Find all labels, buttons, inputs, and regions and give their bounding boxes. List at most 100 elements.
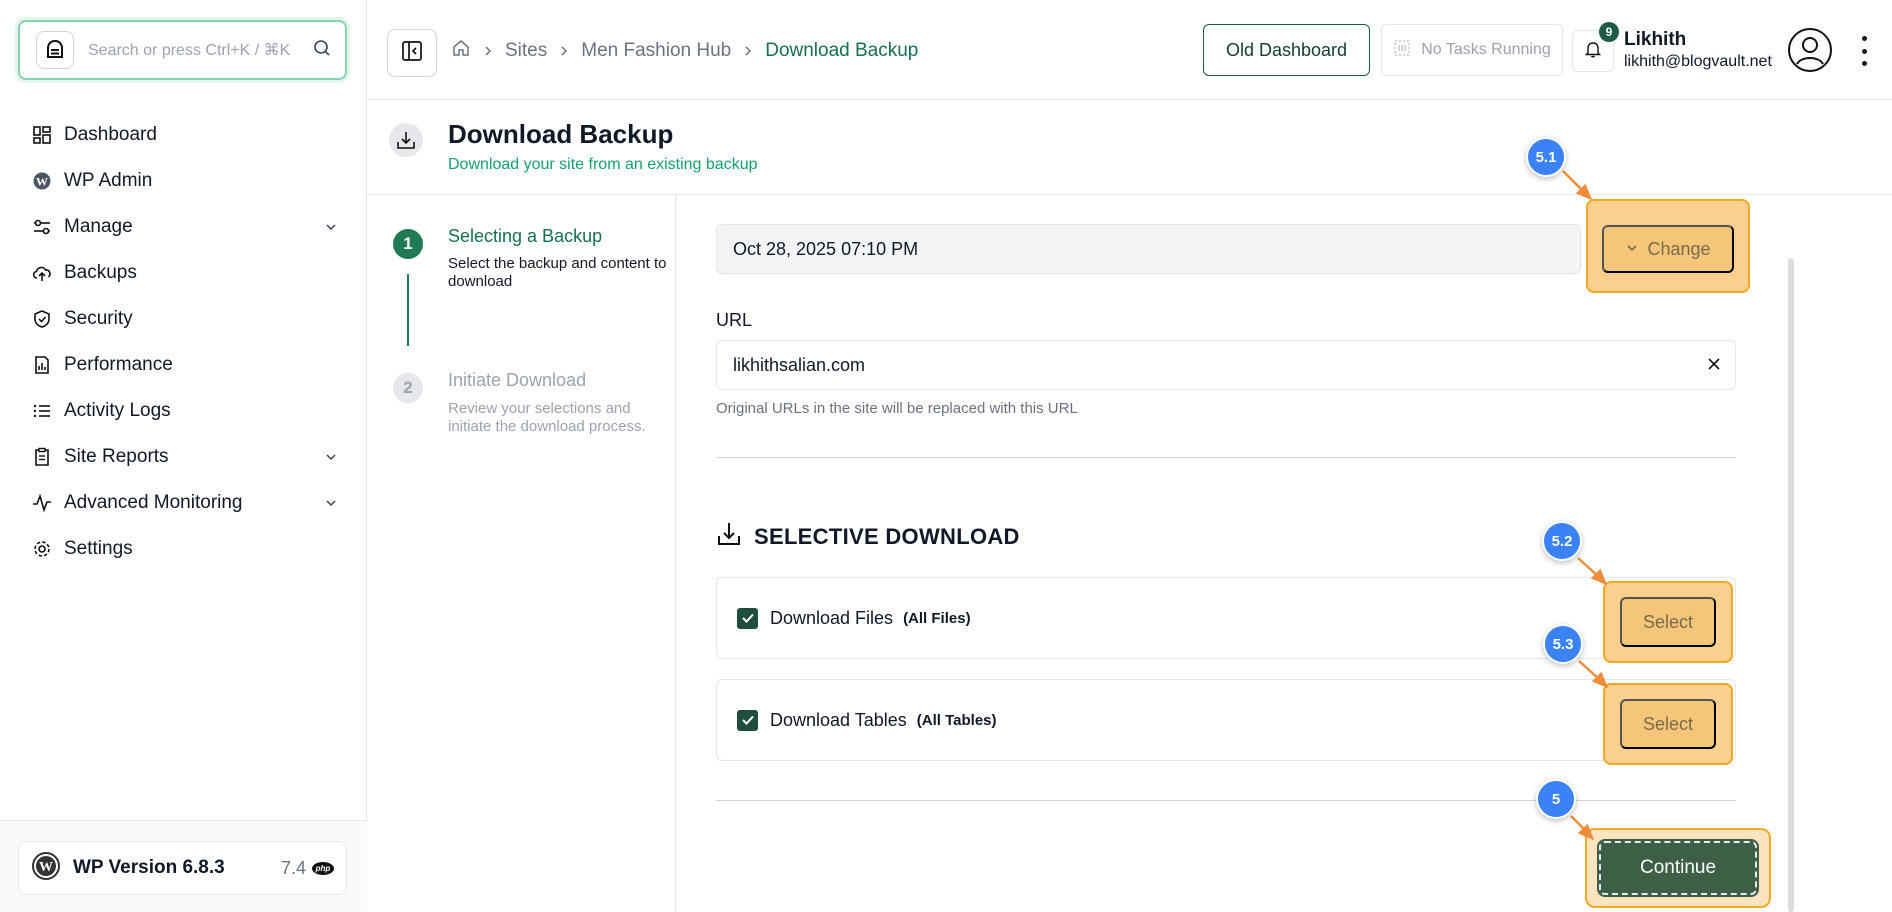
sidebar-item-performance[interactable]: Performance [30, 342, 340, 388]
download-form: Oct 28, 2025 07:10 PM Change URL likhith… [677, 196, 1892, 912]
divider [716, 457, 1736, 458]
search-box[interactable]: Search or press Ctrl+K / ⌘K [18, 20, 347, 80]
php-logo-icon: php [312, 861, 334, 875]
sidebar-item-dashboard[interactable]: Dashboard [30, 112, 340, 158]
sidebar-item-label: Advanced Monitoring [64, 492, 243, 513]
sidebar-item-activity-logs[interactable]: Activity Logs [30, 388, 340, 434]
php-version: 7.4 [280, 857, 306, 878]
more-options-icon[interactable] [1859, 36, 1869, 66]
annotation-badge-5-1: 5.1 [1526, 137, 1566, 177]
annotation-badge-5-2: 5.2 [1542, 521, 1582, 561]
divider [716, 800, 1736, 801]
download-tables-checkbox[interactable] [737, 709, 758, 731]
wp-version-box: W WP Version 6.8.3 7.4 php [18, 841, 347, 895]
url-hint: Original URLs in the site will be replac… [716, 400, 1078, 417]
list-icon [30, 399, 54, 423]
search-input[interactable]: Search or press Ctrl+K / ⌘K [88, 40, 313, 60]
sidebar-item-advanced-monitoring[interactable]: Advanced Monitoring [30, 480, 340, 526]
sidebar-nav: Dashboard W WP Admin Manage Backups Secu… [30, 112, 340, 572]
dashboard-icon [30, 123, 54, 147]
step-desc-2: Review your selections and initiate the … [448, 400, 646, 435]
collapse-sidebar-button[interactable] [387, 29, 437, 77]
url-label: URL [716, 310, 753, 330]
wordpress-icon: W [30, 169, 54, 193]
sidebar-item-label: Site Reports [64, 446, 169, 467]
breadcrumb-site[interactable]: Men Fashion Hub [581, 40, 731, 62]
annotation-badge-5-3: 5.3 [1543, 624, 1583, 664]
sidebar-item-wp-admin[interactable]: W WP Admin [30, 158, 340, 204]
notifications-button[interactable]: 9 [1572, 22, 1619, 72]
breadcrumb: Sites Men Fashion Hub Download Backup [451, 38, 918, 64]
sliders-icon [30, 215, 54, 239]
download-icon [716, 521, 742, 553]
change-highlight: Change [1586, 199, 1750, 293]
selective-download-heading: SELECTIVE DOWNLOAD [716, 521, 1020, 553]
annotation-badge-5: 5 [1536, 779, 1576, 819]
change-backup-button[interactable]: Change [1602, 225, 1734, 273]
stepper: 1 Selecting a Backup Select the backup a… [367, 196, 676, 912]
chevron-down-icon[interactable] [322, 494, 340, 512]
sidebar-item-manage[interactable]: Manage [30, 204, 340, 250]
home-icon[interactable] [451, 38, 471, 64]
tasks-icon [1393, 39, 1411, 62]
svg-text:W: W [36, 175, 48, 189]
sidebar-item-label: Backups [64, 262, 137, 283]
sidebar-item-label: WP Admin [64, 170, 153, 191]
download-tables-label: Download Tables [770, 709, 907, 730]
user-name: Likhith [1624, 29, 1687, 50]
cloud-upload-icon [30, 261, 54, 285]
search-icon[interactable] [313, 39, 331, 62]
blogvault-logo-icon[interactable] [36, 31, 74, 69]
user-avatar-icon [1788, 28, 1832, 72]
chevron-down-icon[interactable] [322, 218, 340, 236]
change-button-label: Change [1647, 238, 1711, 259]
step-number-1: 1 [393, 229, 423, 259]
tasks-status[interactable]: No Tasks Running [1381, 24, 1563, 76]
shield-icon [30, 307, 54, 331]
breadcrumb-current: Download Backup [765, 40, 919, 61]
tasks-label: No Tasks Running [1421, 41, 1551, 58]
step-desc-1: Select the backup and content to downloa… [448, 255, 667, 290]
continue-button[interactable]: Continue [1597, 839, 1759, 897]
wp-version-label: WP Version 6.8.3 [73, 857, 225, 878]
sidebar-item-label: Performance [64, 354, 173, 375]
breadcrumb-sites[interactable]: Sites [505, 40, 547, 62]
sidebar-item-backups[interactable]: Backups [30, 250, 340, 296]
select-files-highlight: Select [1603, 581, 1733, 663]
sidebar-item-security[interactable]: Security [30, 296, 340, 342]
user-info[interactable]: Likhith likhith@blogvault.net [1624, 29, 1772, 71]
notification-count-badge: 9 [1599, 22, 1619, 42]
download-files-label: Download Files [770, 607, 894, 628]
sidebar-item-label: Dashboard [64, 124, 157, 145]
avatar[interactable] [1787, 27, 1833, 73]
select-files-button[interactable]: Select [1620, 597, 1716, 647]
scrollbar[interactable] [1788, 258, 1794, 912]
sidebar: Search or press Ctrl+K / ⌘K Dashboard W … [0, 0, 367, 912]
download-tables-sub: (All Tables) [916, 711, 997, 729]
report-chart-icon [30, 353, 54, 377]
continue-highlight: Continue [1585, 828, 1771, 908]
download-tables-option: Download Tables (All Tables) [716, 679, 1736, 761]
chevron-right-icon [743, 45, 753, 57]
backup-selector-field[interactable]: Oct 28, 2025 07:10 PM [716, 224, 1581, 274]
download-files-checkbox[interactable] [737, 607, 758, 629]
old-dashboard-button[interactable]: Old Dashboard [1203, 24, 1370, 76]
selective-download-title: SELECTIVE DOWNLOAD [754, 524, 1020, 549]
sidebar-item-label: Activity Logs [64, 400, 171, 421]
page-title: Download Backup [448, 119, 674, 149]
select-tables-button[interactable]: Select [1620, 699, 1716, 749]
url-value: likhithsalian.com [733, 354, 866, 375]
chevron-right-icon [559, 45, 569, 57]
close-icon[interactable] [1707, 355, 1721, 376]
gear-icon [30, 537, 54, 561]
chevron-down-icon[interactable] [322, 448, 340, 466]
top-header: Sites Men Fashion Hub Download Backup Ol… [367, 0, 1892, 100]
url-input[interactable]: likhithsalian.com [716, 340, 1736, 390]
sidebar-item-site-reports[interactable]: Site Reports [30, 434, 340, 480]
step-connector [407, 274, 409, 346]
pulse-icon [30, 491, 54, 515]
sidebar-footer: W WP Version 6.8.3 7.4 php [0, 820, 367, 912]
select-tables-highlight: Select [1603, 683, 1733, 765]
step-title-2: Initiate Download [448, 370, 587, 390]
sidebar-item-settings[interactable]: Settings [30, 526, 340, 572]
